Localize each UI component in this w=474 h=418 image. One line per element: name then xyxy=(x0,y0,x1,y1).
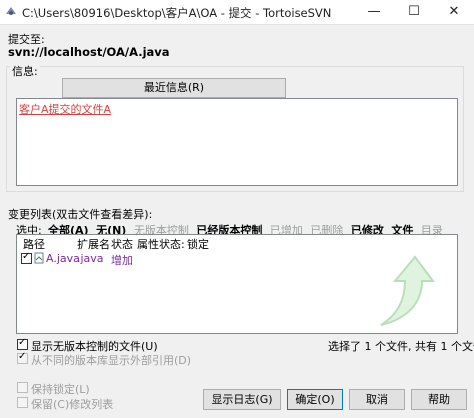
java-file-icon xyxy=(34,252,44,264)
tortoisesvn-app-icon xyxy=(6,7,16,15)
help-button[interactable]: 帮助 xyxy=(411,389,467,410)
window-title: C:\Users\80916\Desktop\客户A\OA - 提交 - Tor… xyxy=(22,6,332,20)
maximize-button[interactable]: ☐ xyxy=(394,0,434,24)
row-status: 增加 xyxy=(111,254,133,267)
col-lock[interactable]: 锁定 xyxy=(187,236,209,252)
close-button[interactable]: ✕ xyxy=(434,0,474,24)
recent-messages-button[interactable]: 最近信息(R) xyxy=(62,78,286,98)
row-checkbox[interactable] xyxy=(21,251,32,264)
col-status[interactable]: 状态 xyxy=(111,236,133,252)
commit-arrow-watermark-icon xyxy=(380,255,435,326)
row-path: A.java xyxy=(46,252,80,265)
title-bar: C:\Users\80916\Desktop\客户A\OA - 提交 - Tor… xyxy=(0,0,474,25)
message-label: 信息: xyxy=(10,63,40,79)
changes-list[interactable]: 路径 扩展名 状态 属性状态: 锁定 A.java .java 增加 xyxy=(16,234,458,334)
message-textbox[interactable]: 客户A提交的文件A xyxy=(16,98,458,186)
col-property-status[interactable]: 属性状态: xyxy=(137,236,185,252)
show-log-button[interactable]: 显示日志(G) xyxy=(203,389,281,410)
changes-label: 变更列表(双击文件查看差异): xyxy=(8,208,153,221)
col-path[interactable]: 路径 xyxy=(23,236,45,252)
keep-locks-label[interactable]: 保持锁定(L) xyxy=(31,381,90,397)
message-text: 客户A提交的文件A xyxy=(19,103,112,116)
selection-summary: 选择了 1 个文件, 共有 1 个文件 xyxy=(328,340,474,353)
ok-button[interactable]: 确定(O) xyxy=(287,389,343,410)
commit-url: svn://localhost/OA/A.java xyxy=(8,45,170,59)
keep-changelists-label[interactable]: 保留(C)修改列表 xyxy=(31,396,113,412)
minimize-button[interactable]: — xyxy=(354,0,394,24)
show-externals-checkbox[interactable] xyxy=(17,351,28,364)
show-unversioned-checkbox[interactable] xyxy=(17,337,28,350)
row-extension: .java xyxy=(77,252,104,265)
list-header: 路径 扩展名 状态 属性状态: 锁定 xyxy=(17,235,457,251)
keep-locks-checkbox[interactable] xyxy=(17,382,28,393)
keep-changelists-checkbox[interactable] xyxy=(17,397,28,408)
col-extension[interactable]: 扩展名 xyxy=(77,236,110,252)
cancel-button[interactable]: 取消 xyxy=(349,389,405,410)
show-externals-label[interactable]: 从不同的版本库显示外部引用(D) xyxy=(31,352,191,368)
